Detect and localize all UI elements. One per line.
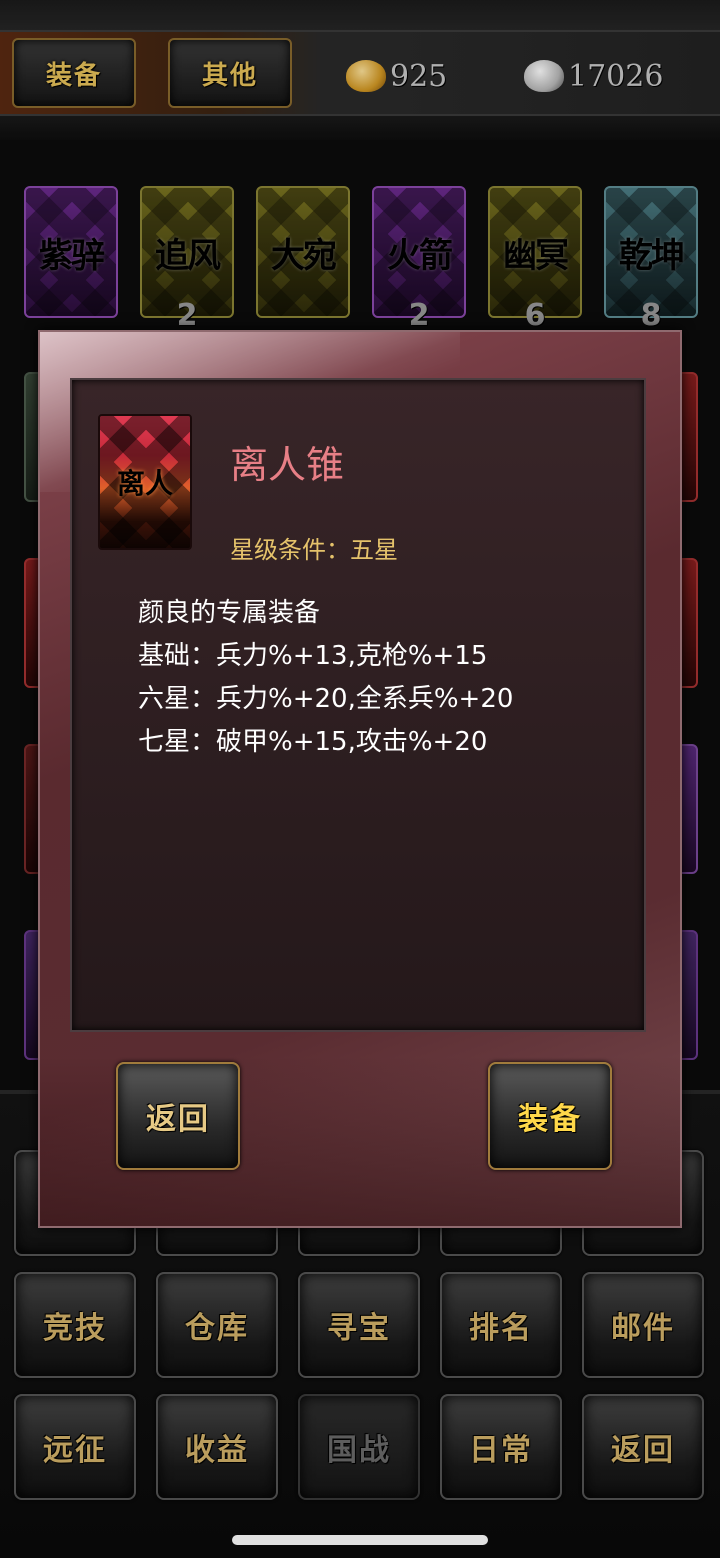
- dialog-content-panel: 离人 离人锥 星级条件：五星 颜良的专属装备 基础：兵力%+13,克枪%+15 …: [70, 378, 646, 1032]
- equipment-icon-label: 离人: [116, 467, 173, 500]
- description-line: 颜良的专属装备: [138, 598, 321, 628]
- description-line: 七星：破甲%+15,攻击%+20: [138, 727, 488, 757]
- equip-button[interactable]: 装备: [488, 1062, 612, 1170]
- description-line: 基础：兵力%+13,克枪%+15: [138, 641, 488, 671]
- back-button[interactable]: 返回: [116, 1062, 240, 1170]
- equipment-description: 颜良的专属装备 基础：兵力%+13,克枪%+15 六星：兵力%+20,全系兵%+…: [138, 592, 513, 764]
- description-line: 六星：兵力%+20,全系兵%+20: [138, 684, 514, 714]
- equipment-card-icon: 离人: [98, 414, 192, 550]
- equipment-title: 离人锥: [230, 443, 345, 487]
- equipment-detail-dialog: 离人 离人锥 星级条件：五星 颜良的专属装备 基础：兵力%+13,克枪%+15 …: [38, 330, 682, 1228]
- star-requirement: 星级条件：五星: [230, 536, 398, 564]
